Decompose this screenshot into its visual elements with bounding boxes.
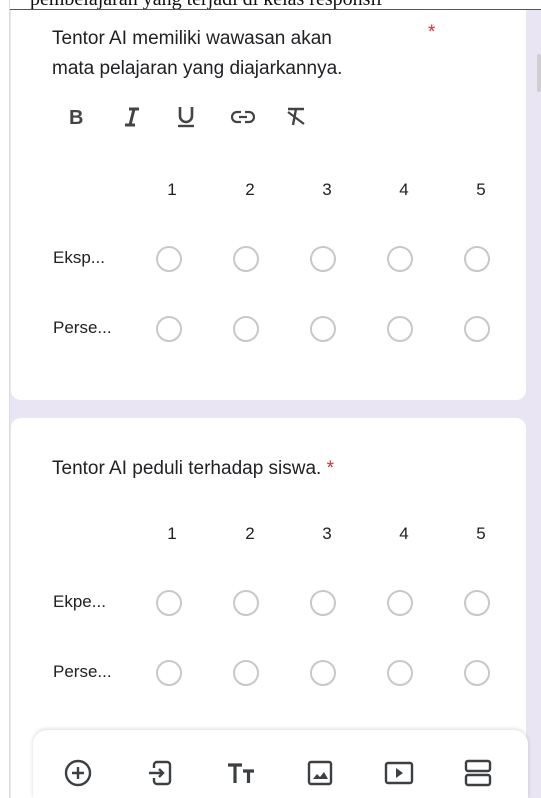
question-card-1[interactable]: Tentor AI memiliki wawasan akan * mata p…	[11, 10, 526, 400]
radio-row1-col1[interactable]	[156, 590, 182, 616]
italic-icon[interactable]	[123, 102, 177, 132]
radio-row2-col3[interactable]	[310, 316, 336, 342]
svg-text:B: B	[69, 107, 83, 127]
add-title-icon[interactable]	[226, 758, 256, 788]
radio-row1-col3[interactable]	[310, 590, 336, 616]
radio-row2-col4[interactable]	[387, 660, 413, 686]
radio-row2-col3[interactable]	[310, 660, 336, 686]
required-asterisk: *	[326, 458, 335, 479]
row-label-2: Perse...	[53, 662, 112, 681]
bold-icon[interactable]: B	[69, 102, 123, 132]
radio-row2-col1[interactable]	[156, 660, 182, 686]
radio-row1-col5[interactable]	[464, 590, 490, 616]
radio-row1-col4[interactable]	[387, 246, 413, 272]
bottom-toolbar	[33, 730, 528, 798]
import-questions-icon[interactable]	[145, 758, 175, 788]
column-label-5: 5	[476, 180, 486, 199]
radio-row2-col2[interactable]	[233, 316, 259, 342]
radio-row2-col5[interactable]	[464, 316, 490, 342]
add-section-icon[interactable]	[463, 758, 493, 788]
question-1-title-line-1[interactable]: Tentor AI memiliki wawasan akan	[52, 24, 332, 54]
row-label-1: Ekpe...	[53, 592, 106, 611]
radio-row2-col5[interactable]	[464, 660, 490, 686]
scrollbar-thumb[interactable]	[537, 54, 541, 92]
column-label-4: 4	[399, 180, 409, 199]
column-label-5: 5	[476, 524, 486, 543]
left-edge	[0, 0, 10, 798]
add-video-icon[interactable]	[384, 758, 414, 788]
row-label-1: Eksp...	[53, 248, 105, 267]
column-label-4: 4	[399, 524, 409, 543]
column-label-2: 2	[245, 180, 255, 199]
column-label-3: 3	[322, 180, 332, 199]
radio-row1-col5[interactable]	[464, 246, 490, 272]
radio-row2-col2[interactable]	[233, 660, 259, 686]
column-label-1: 1	[167, 524, 177, 543]
clear-format-icon[interactable]	[285, 102, 339, 132]
radio-row2-col4[interactable]	[387, 316, 413, 342]
row-label-2: Perse...	[53, 318, 112, 337]
question-1-title-line-2[interactable]: mata pelajaran yang diajarkannya.	[52, 54, 342, 84]
column-label-1: 1	[167, 180, 177, 199]
radio-row1-col4[interactable]	[387, 590, 413, 616]
radio-row1-col3[interactable]	[310, 246, 336, 272]
column-label-3: 3	[322, 524, 332, 543]
link-icon[interactable]	[231, 102, 285, 132]
radio-row2-col1[interactable]	[156, 316, 182, 342]
radio-row1-col2[interactable]	[233, 246, 259, 272]
top-cut-strip: pembelajaran yang terjadi di kelas respo…	[0, 0, 541, 10]
radio-row1-col2[interactable]	[233, 590, 259, 616]
underline-icon[interactable]	[177, 102, 231, 132]
question-2-title[interactable]: Tentor AI peduli terhadap siswa. *	[52, 454, 334, 484]
radio-row1-col1[interactable]	[156, 246, 182, 272]
add-question-icon[interactable]	[63, 758, 93, 788]
add-image-icon[interactable]	[305, 758, 335, 788]
column-label-2: 2	[245, 524, 255, 543]
top-cut-text: pembelajaran yang terjadi di kelas respo…	[30, 0, 383, 9]
format-toolbar: B	[69, 102, 339, 132]
required-asterisk: *	[428, 22, 436, 43]
